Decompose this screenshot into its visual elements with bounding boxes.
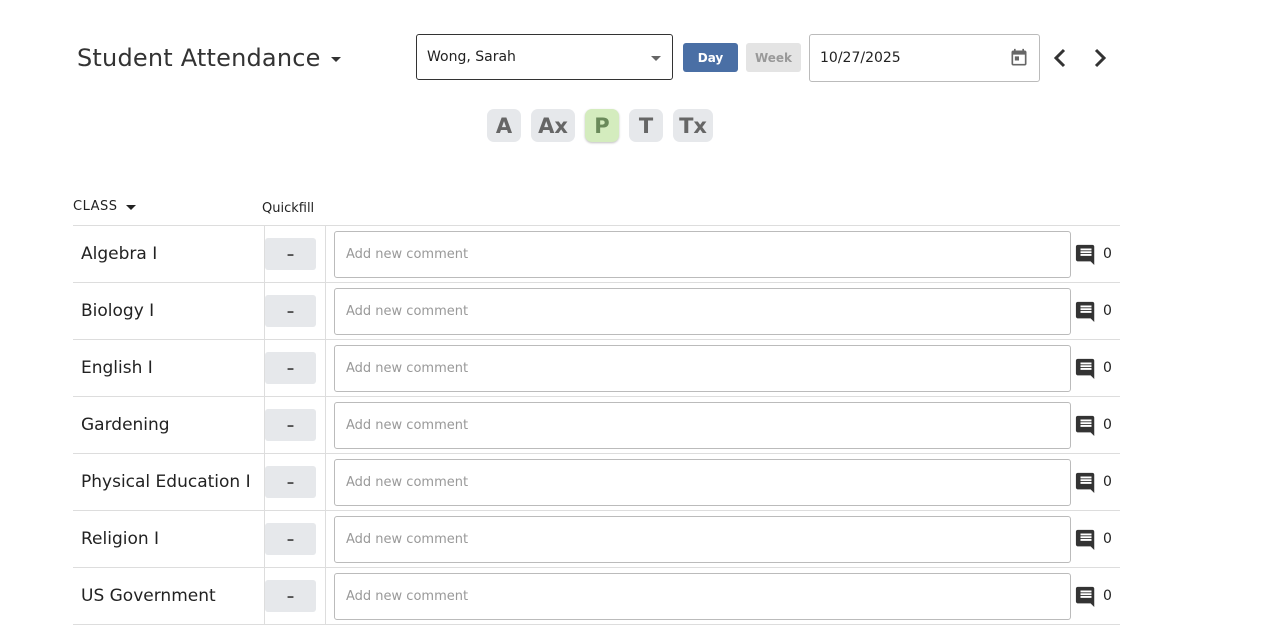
- caret-down-icon: [330, 56, 341, 62]
- sort-caret-icon: [125, 205, 136, 210]
- table-row: Biology I – 0: [73, 283, 1120, 340]
- quickfill-cell: –: [257, 397, 326, 453]
- comment-count[interactable]: 0: [1075, 243, 1112, 265]
- quickfill-cell: –: [257, 226, 326, 282]
- comment-icon: [1075, 415, 1095, 436]
- comment-icon: [1075, 472, 1095, 493]
- day-view-button[interactable]: Day: [683, 43, 738, 72]
- quickfill-column-header: Quickfill: [262, 201, 315, 216]
- quickfill-button[interactable]: –: [265, 523, 316, 555]
- comment-input[interactable]: [334, 573, 1071, 620]
- comment-icon: [1075, 358, 1095, 379]
- class-name: Gardening: [73, 397, 265, 453]
- class-name: Algebra I: [73, 226, 265, 282]
- date-field[interactable]: 10/27/2025: [809, 34, 1040, 82]
- comment-count[interactable]: 0: [1075, 357, 1112, 379]
- quickfill-cell: –: [257, 568, 326, 624]
- code-button-a[interactable]: A: [487, 109, 521, 142]
- class-name: Biology I: [73, 283, 265, 339]
- class-column-header[interactable]: CLASS: [73, 199, 136, 214]
- class-name: Religion I: [73, 511, 265, 567]
- comment-count-value: 0: [1103, 360, 1112, 376]
- table-row: Physical Education I – 0: [73, 454, 1120, 511]
- dropdown-arrow-icon: [651, 56, 661, 61]
- comment-count-value: 0: [1103, 531, 1112, 547]
- quickfill-button[interactable]: –: [265, 580, 316, 612]
- quickfill-cell: –: [257, 454, 326, 510]
- code-button-ax[interactable]: Ax: [531, 109, 575, 142]
- table-row: Gardening – 0: [73, 397, 1120, 454]
- comment-icon: [1075, 244, 1095, 265]
- class-name: Physical Education I: [73, 454, 265, 510]
- comment-count-value: 0: [1103, 246, 1112, 262]
- attendance-table: Algebra I – 0 Biology I – 0 English I – …: [73, 225, 1120, 625]
- comment-count[interactable]: 0: [1075, 300, 1112, 322]
- comment-count[interactable]: 0: [1075, 414, 1112, 436]
- quickfill-button[interactable]: –: [265, 352, 316, 384]
- comment-count[interactable]: 0: [1075, 471, 1112, 493]
- comment-input[interactable]: [334, 288, 1071, 335]
- page-title-dropdown[interactable]: Student Attendance: [77, 44, 341, 72]
- comment-count[interactable]: 0: [1075, 585, 1112, 607]
- quickfill-button[interactable]: –: [265, 295, 316, 327]
- table-row: Religion I – 0: [73, 511, 1120, 568]
- comment-input[interactable]: [334, 459, 1071, 506]
- comment-count-value: 0: [1103, 474, 1112, 490]
- comment-count-value: 0: [1103, 303, 1112, 319]
- quickfill-button[interactable]: –: [265, 238, 316, 270]
- code-button-t[interactable]: T: [629, 109, 663, 142]
- quickfill-button[interactable]: –: [265, 466, 316, 498]
- class-name: English I: [73, 340, 265, 396]
- quickfill-cell: –: [257, 511, 326, 567]
- chevron-left-icon[interactable]: [1051, 47, 1069, 69]
- student-select[interactable]: Wong, Sarah: [416, 34, 673, 80]
- comment-count[interactable]: 0: [1075, 528, 1112, 550]
- comment-icon: [1075, 529, 1095, 550]
- calendar-icon[interactable]: [1009, 48, 1029, 68]
- comment-input[interactable]: [334, 231, 1071, 278]
- comment-count-value: 0: [1103, 588, 1112, 604]
- class-name: US Government: [73, 568, 265, 624]
- week-view-button[interactable]: Week: [746, 43, 801, 72]
- quickfill-cell: –: [257, 340, 326, 396]
- comment-input[interactable]: [334, 516, 1071, 563]
- code-button-tx[interactable]: Tx: [673, 109, 713, 142]
- comment-icon: [1075, 301, 1095, 322]
- chevron-right-icon[interactable]: [1091, 47, 1109, 69]
- table-row: US Government – 0: [73, 568, 1120, 625]
- quickfill-button[interactable]: –: [265, 409, 316, 441]
- page-title: Student Attendance: [77, 44, 321, 72]
- comment-input[interactable]: [334, 402, 1071, 449]
- table-row: Algebra I – 0: [73, 226, 1120, 283]
- quickfill-cell: –: [257, 283, 326, 339]
- comment-icon: [1075, 586, 1095, 607]
- comment-count-value: 0: [1103, 417, 1112, 433]
- attendance-code-buttons: A Ax P T Tx: [487, 109, 713, 142]
- class-header-label: CLASS: [73, 199, 118, 214]
- student-select-value: Wong, Sarah: [427, 49, 516, 65]
- code-button-p[interactable]: P: [585, 109, 619, 142]
- comment-input[interactable]: [334, 345, 1071, 392]
- date-value: 10/27/2025: [820, 50, 901, 66]
- table-row: English I – 0: [73, 340, 1120, 397]
